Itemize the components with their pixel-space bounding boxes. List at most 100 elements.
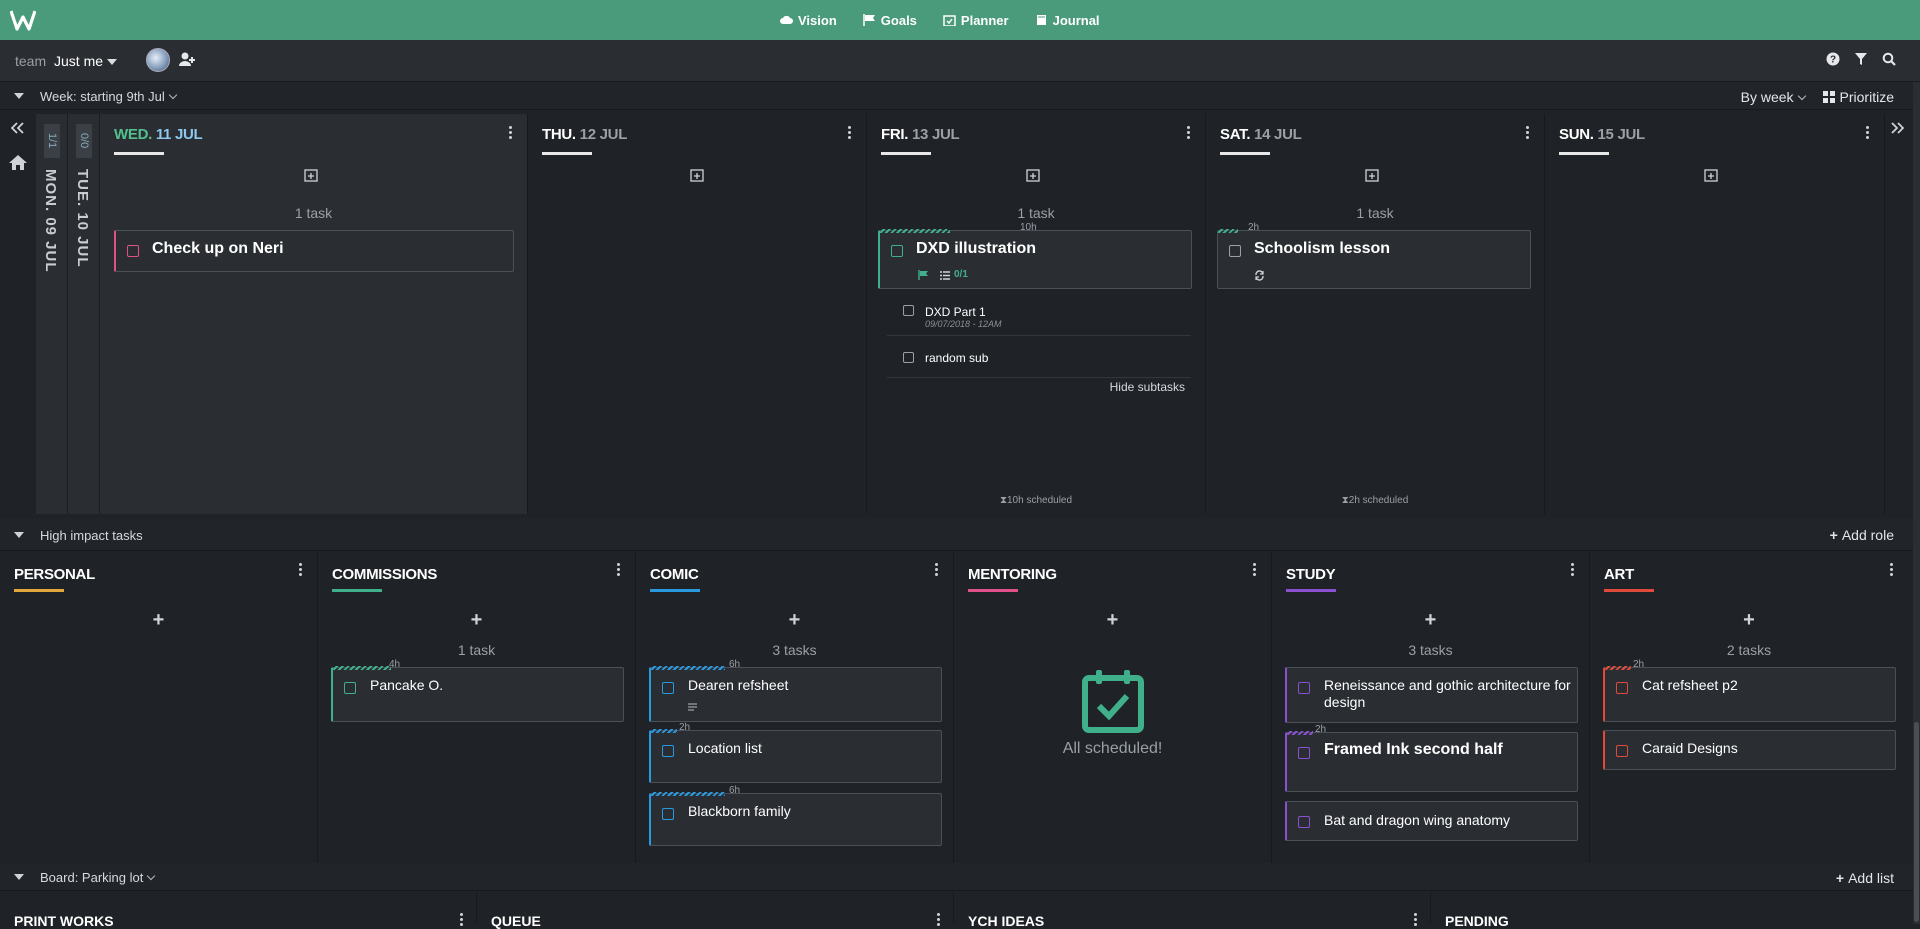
kebab-menu-icon[interactable] bbox=[1526, 126, 1530, 140]
task-checkbox[interactable] bbox=[1616, 682, 1628, 694]
add-task-plus-icon[interactable]: + bbox=[1590, 609, 1908, 632]
estimate-label: 2h bbox=[1248, 222, 1260, 233]
calendar-check-icon bbox=[943, 15, 956, 26]
kebab-menu-icon[interactable] bbox=[1253, 563, 1257, 577]
prioritize-button[interactable]: Prioritize bbox=[1822, 89, 1894, 105]
add-task-plus-icon[interactable]: + bbox=[318, 609, 635, 632]
nav-journal[interactable]: Journal bbox=[1035, 13, 1100, 28]
task-card[interactable]: 2h Schoolism lesson bbox=[1217, 222, 1531, 289]
avatar[interactable] bbox=[146, 48, 170, 72]
task-checkbox[interactable] bbox=[1298, 682, 1310, 694]
task-checkbox[interactable] bbox=[1298, 747, 1310, 759]
page-scrollbar[interactable] bbox=[1913, 82, 1920, 924]
board-title[interactable]: Board: Parking lot bbox=[40, 870, 156, 885]
collapsed-day-mon[interactable]: 1/1 MON. 09 JUL bbox=[36, 114, 68, 514]
task-checkbox[interactable] bbox=[1298, 816, 1310, 828]
day-date: 14 JUL bbox=[1254, 126, 1302, 143]
kebab-menu-icon[interactable] bbox=[460, 913, 464, 927]
kebab-menu-icon[interactable] bbox=[1414, 913, 1418, 927]
task-checkbox[interactable] bbox=[344, 682, 356, 694]
task-card[interactable]: Bat and dragon wing anatomy bbox=[1285, 801, 1578, 841]
task-checkbox[interactable] bbox=[127, 245, 139, 257]
calendar-plus-icon[interactable] bbox=[1365, 168, 1379, 182]
day-column-wed: WED. 11 JUL 1 task Check up on Neri bbox=[100, 114, 528, 514]
app-logo-icon[interactable] bbox=[10, 9, 36, 31]
collapse-week-icon[interactable] bbox=[14, 93, 24, 99]
day-underline bbox=[1220, 152, 1270, 155]
collapse-board-icon[interactable] bbox=[14, 874, 24, 880]
calendar-plus-icon[interactable] bbox=[304, 168, 318, 182]
week-header: Week: starting 9th Jul By week Prioritiz… bbox=[0, 82, 1920, 110]
add-user-icon[interactable] bbox=[178, 51, 196, 69]
task-checkbox[interactable] bbox=[662, 745, 674, 757]
kebab-menu-icon[interactable] bbox=[848, 126, 852, 140]
nav-planner[interactable]: Planner bbox=[943, 13, 1009, 28]
task-checkbox[interactable] bbox=[891, 245, 903, 257]
collapse-section-icon[interactable] bbox=[14, 532, 24, 538]
nav-vision[interactable]: Vision bbox=[780, 13, 837, 28]
scheduled-time: ⧗10h scheduled bbox=[867, 495, 1205, 506]
kebab-menu-icon[interactable] bbox=[1866, 126, 1870, 140]
flag-icon bbox=[863, 14, 875, 26]
role-title: COMIC bbox=[650, 566, 699, 583]
kebab-menu-icon[interactable] bbox=[935, 563, 939, 577]
task-card[interactable]: 10h DXD illustration 0/1 bbox=[878, 222, 1192, 289]
calendar-plus-icon[interactable] bbox=[1026, 168, 1040, 182]
task-card[interactable]: Reneissance and gothic architecture for … bbox=[1285, 667, 1578, 723]
add-list-label: Add list bbox=[1848, 870, 1894, 886]
task-checkbox[interactable] bbox=[1229, 245, 1241, 257]
task-title: Location list bbox=[688, 740, 762, 756]
calendar-plus-icon[interactable] bbox=[690, 168, 704, 182]
kebab-menu-icon[interactable] bbox=[617, 563, 621, 577]
add-role-button[interactable]: + Add role bbox=[1830, 527, 1894, 543]
repeat-icon bbox=[1255, 270, 1264, 281]
nav-goals[interactable]: Goals bbox=[863, 13, 917, 28]
kebab-menu-icon[interactable] bbox=[1890, 563, 1894, 577]
task-count: 3 tasks bbox=[772, 642, 817, 658]
task-card[interactable]: 2h Framed Ink second half bbox=[1285, 724, 1578, 792]
add-task-plus-icon[interactable]: + bbox=[636, 609, 953, 632]
add-task-plus-icon[interactable]: + bbox=[0, 609, 317, 632]
home-icon[interactable] bbox=[8, 154, 28, 171]
subtask-checkbox[interactable] bbox=[903, 305, 914, 316]
add-task-plus-icon[interactable]: + bbox=[1272, 609, 1589, 632]
hide-subtasks-link[interactable]: Hide subtasks bbox=[1110, 380, 1185, 394]
kebab-menu-icon[interactable] bbox=[1187, 126, 1191, 140]
kebab-menu-icon[interactable] bbox=[509, 126, 513, 140]
subtask-row[interactable]: random sub bbox=[887, 336, 1191, 378]
team-selector[interactable]: Just me bbox=[54, 53, 118, 69]
subtask-checkbox[interactable] bbox=[903, 352, 914, 363]
task-card[interactable]: 4h Pancake O. bbox=[331, 659, 624, 722]
task-checkbox[interactable] bbox=[1616, 745, 1628, 757]
role-column-personal: PERSONAL + bbox=[0, 551, 318, 863]
board-title-text: Board: Parking lot bbox=[40, 870, 144, 885]
task-card[interactable]: 2h Location list bbox=[649, 722, 942, 783]
search-icon[interactable] bbox=[1882, 52, 1896, 66]
task-card[interactable]: 6h Blackborn family bbox=[649, 785, 942, 846]
task-checkbox[interactable] bbox=[662, 682, 674, 694]
double-chevron-right-icon[interactable] bbox=[1890, 122, 1904, 134]
day-title: WED. 11 JUL bbox=[114, 126, 203, 143]
notes-icon bbox=[688, 703, 697, 711]
double-chevron-left-icon[interactable] bbox=[11, 122, 25, 134]
day-title: SUN. 15 JUL bbox=[1559, 126, 1645, 143]
view-selector[interactable]: By week bbox=[1741, 89, 1806, 105]
collapsed-day-tue[interactable]: 0/0 TUE. 10 JUL bbox=[68, 114, 100, 514]
week-title[interactable]: Week: starting 9th Jul bbox=[40, 89, 178, 104]
task-card[interactable]: 6h Dearen refsheet bbox=[649, 659, 942, 722]
kebab-menu-icon[interactable] bbox=[937, 913, 941, 927]
kebab-menu-icon[interactable] bbox=[299, 563, 303, 577]
add-task-plus-icon[interactable]: + bbox=[954, 609, 1271, 632]
task-card[interactable]: Check up on Neri bbox=[114, 230, 514, 272]
help-icon[interactable]: ? bbox=[1826, 52, 1840, 66]
add-list-button[interactable]: + Add list bbox=[1836, 870, 1894, 886]
kebab-menu-icon[interactable] bbox=[1571, 563, 1575, 577]
filter-icon[interactable] bbox=[1854, 52, 1868, 66]
calendar-plus-icon[interactable] bbox=[1704, 168, 1718, 182]
task-checkbox[interactable] bbox=[662, 808, 674, 820]
scrollbar-thumb[interactable] bbox=[1914, 722, 1919, 922]
task-card[interactable]: Caraid Designs bbox=[1603, 730, 1896, 770]
task-card[interactable]: 2h Cat refsheet p2 bbox=[1603, 659, 1896, 722]
role-title: MENTORING bbox=[968, 566, 1057, 583]
subtask-row[interactable]: DXD Part 1 09/07/2018 - 12AM bbox=[887, 296, 1191, 336]
